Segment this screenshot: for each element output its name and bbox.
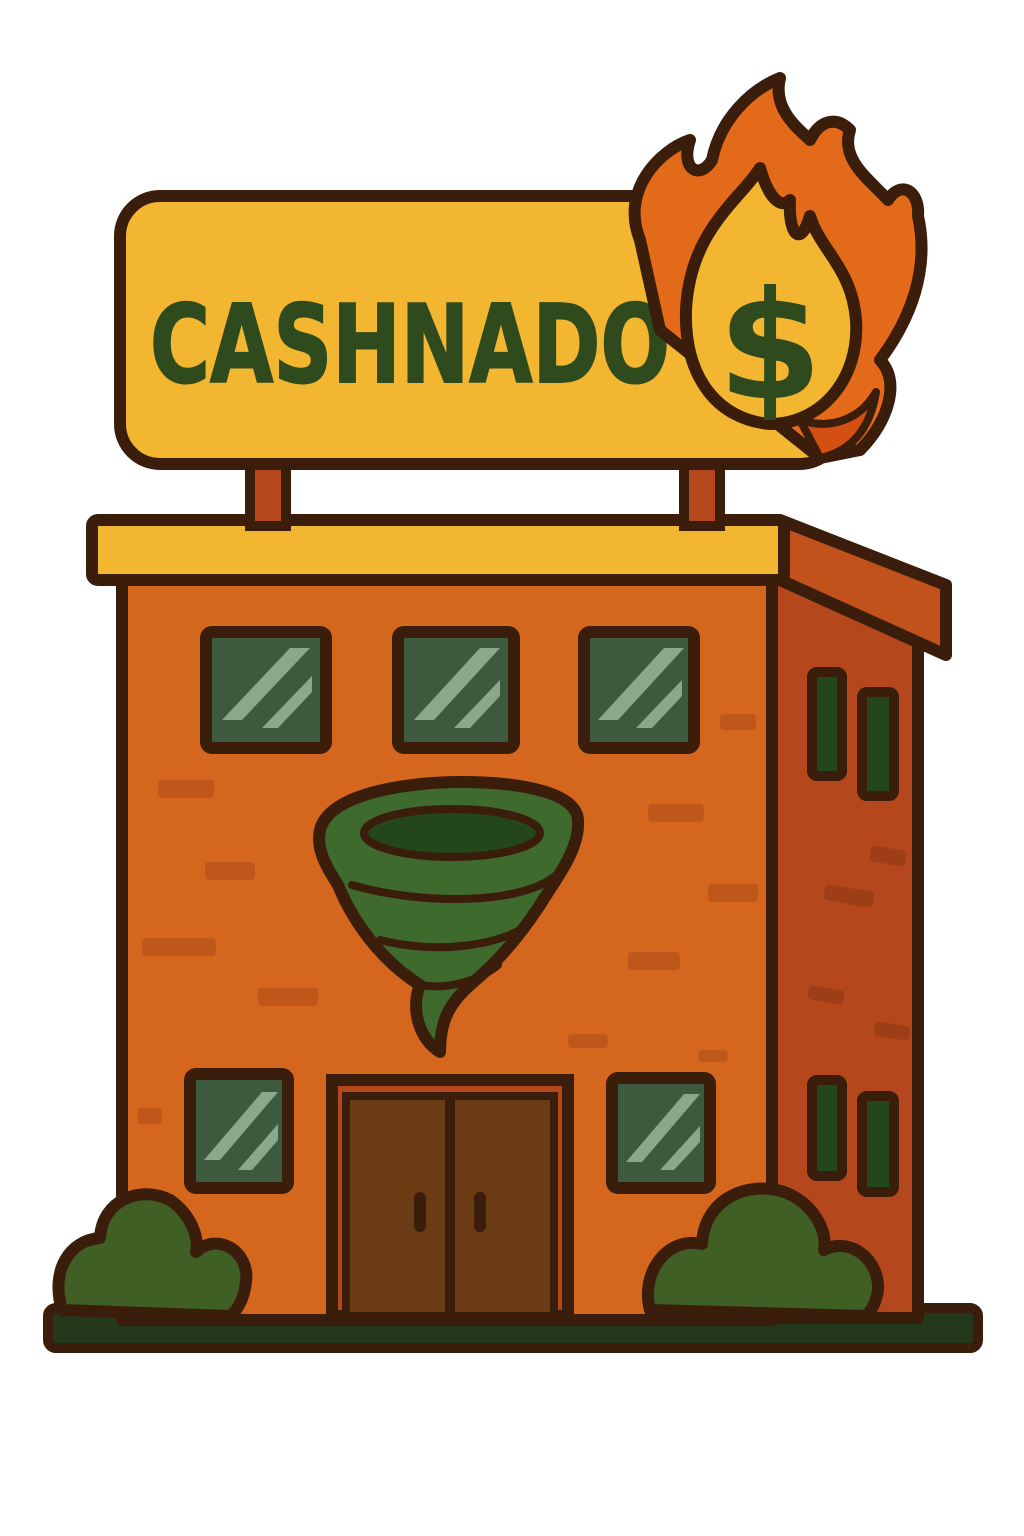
door-handle [414,1192,426,1232]
window [606,1072,716,1194]
sign-post-right [679,457,725,531]
cashnado-building-illustration: CASHNADO $ [43,72,983,1353]
window [392,626,520,754]
window [184,1068,294,1194]
sign-title: CASHNADO [150,283,670,408]
window [200,626,332,754]
front-door [326,1074,574,1322]
sign-post-left [245,457,291,531]
upper-windows [200,626,700,754]
dollar-symbol: $ [718,260,822,434]
window [578,626,700,754]
door-handle [474,1192,486,1232]
